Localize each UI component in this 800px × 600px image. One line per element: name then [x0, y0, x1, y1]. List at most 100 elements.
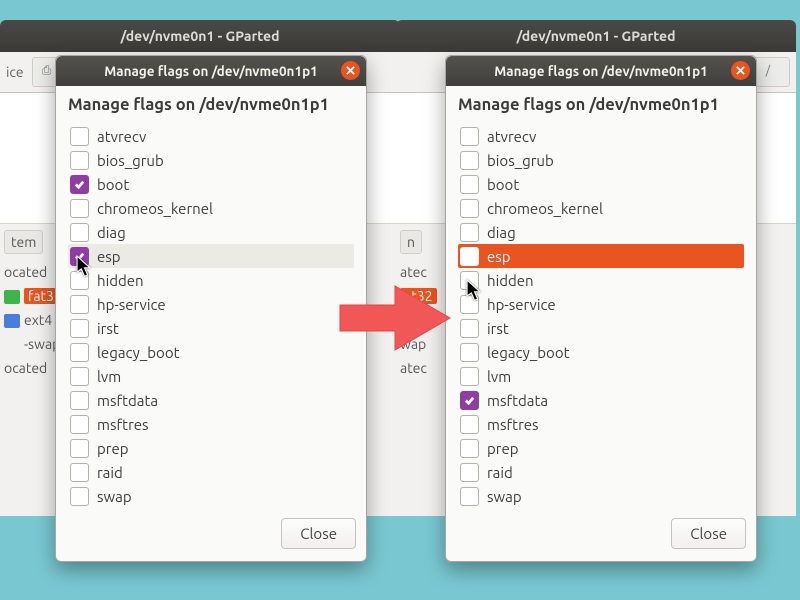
flag-checkbox-swap[interactable]	[460, 487, 479, 506]
close-button[interactable]: Close	[281, 518, 356, 549]
flag-label: chromeos_kernel	[97, 200, 213, 217]
flag-row-lvm[interactable]: lvm	[68, 364, 354, 388]
flag-checkbox-hp-service[interactable]	[70, 295, 89, 314]
flag-row-atvrecv[interactable]: atvrecv	[68, 124, 354, 148]
flag-checkbox-esp[interactable]	[460, 247, 479, 266]
flag-label: hidden	[487, 272, 534, 289]
flag-label: msftres	[97, 416, 149, 433]
dialog-titlebar[interactable]: Manage flags on /dev/nvme0n1p1	[56, 56, 366, 86]
flag-row-legacy_boot[interactable]: legacy_boot	[68, 340, 354, 364]
flag-checkbox-chromeos_kernel[interactable]	[70, 199, 89, 218]
close-icon	[346, 66, 355, 75]
flag-checkbox-prep[interactable]	[70, 439, 89, 458]
flag-checkbox-boot[interactable]	[70, 175, 89, 194]
flag-label: diag	[97, 224, 126, 241]
flag-checkbox-diag[interactable]	[460, 223, 479, 242]
flag-checkbox-raid[interactable]	[70, 463, 89, 482]
flag-row-chromeos_kernel[interactable]: chromeos_kernel	[68, 196, 354, 220]
flag-checkbox-atvrecv[interactable]	[70, 127, 89, 146]
flag-label: atvrecv	[487, 128, 536, 145]
flag-label: irst	[487, 320, 509, 337]
column-header: tem	[4, 230, 43, 254]
flag-checkbox-atvrecv[interactable]	[460, 127, 479, 146]
flag-row-irst[interactable]: irst	[68, 316, 354, 340]
flag-checkbox-bios_grub[interactable]	[460, 151, 479, 170]
flag-label: hidden	[97, 272, 144, 289]
window-close-button[interactable]	[731, 61, 750, 80]
flag-row-msftres[interactable]: msftres	[458, 412, 744, 436]
manage-flags-dialog-before: Manage flags on /dev/nvme0n1p1 Manage fl…	[55, 55, 367, 562]
flag-checkbox-lvm[interactable]	[460, 367, 479, 386]
dialog-header: Manage flags on /dev/nvme0n1p1	[68, 96, 354, 114]
flag-checkbox-lvm[interactable]	[70, 367, 89, 386]
parent-window-title-left: /dev/nvme0n1 - GParted	[0, 20, 400, 52]
flag-checkbox-bios_grub[interactable]	[70, 151, 89, 170]
flag-row-hp-service[interactable]: hp-service	[458, 292, 744, 316]
flag-label: raid	[487, 464, 513, 481]
flag-row-msftdata[interactable]: msftdata	[458, 388, 744, 412]
flag-row-prep[interactable]: prep	[458, 436, 744, 460]
flag-row-diag[interactable]: diag	[68, 220, 354, 244]
flag-checkbox-msftdata[interactable]	[460, 391, 479, 410]
flag-label: lvm	[487, 368, 511, 385]
flag-row-irst[interactable]: irst	[458, 316, 744, 340]
flag-checkbox-swap[interactable]	[70, 487, 89, 506]
manage-flags-dialog-after: Manage flags on /dev/nvme0n1p1 Manage fl…	[445, 55, 757, 562]
flag-row-bios_grub[interactable]: bios_grub	[68, 148, 354, 172]
flag-row-legacy_boot[interactable]: legacy_boot	[458, 340, 744, 364]
flag-row-raid[interactable]: raid	[68, 460, 354, 484]
flag-label: irst	[97, 320, 119, 337]
flag-checkbox-hidden[interactable]	[70, 271, 89, 290]
flag-row-swap[interactable]: swap	[458, 484, 744, 508]
flag-row-bios_grub[interactable]: bios_grub	[458, 148, 744, 172]
flag-row-chromeos_kernel[interactable]: chromeos_kernel	[458, 196, 744, 220]
flag-row-lvm[interactable]: lvm	[458, 364, 744, 388]
flag-label: atvrecv	[97, 128, 146, 145]
flag-checkbox-esp[interactable]	[70, 247, 89, 266]
flag-checkbox-msftres[interactable]	[460, 415, 479, 434]
flag-label: boot	[487, 176, 519, 193]
dialog-titlebar[interactable]: Manage flags on /dev/nvme0n1p1	[446, 56, 756, 86]
flag-checkbox-irst[interactable]	[70, 319, 89, 338]
flag-row-raid[interactable]: raid	[458, 460, 744, 484]
flag-row-boot[interactable]: boot	[68, 172, 354, 196]
flag-row-esp[interactable]: esp	[458, 244, 744, 268]
flag-checkbox-msftdata[interactable]	[70, 391, 89, 410]
flag-row-boot[interactable]: boot	[458, 172, 744, 196]
flag-label: lvm	[97, 368, 121, 385]
flag-row-prep[interactable]: prep	[68, 436, 354, 460]
flag-label: diag	[487, 224, 516, 241]
flag-label: prep	[487, 440, 519, 457]
flag-label: prep	[97, 440, 129, 457]
flag-row-hidden[interactable]: hidden	[458, 268, 744, 292]
flag-checkbox-raid[interactable]	[460, 463, 479, 482]
flag-row-hidden[interactable]: hidden	[68, 268, 354, 292]
flag-label: msftdata	[487, 392, 548, 409]
flag-label: esp	[97, 248, 121, 265]
flag-label: swap	[97, 488, 132, 505]
flag-label: swap	[487, 488, 522, 505]
flag-label: chromeos_kernel	[487, 200, 603, 217]
flag-checkbox-legacy_boot[interactable]	[70, 343, 89, 362]
flag-row-atvrecv[interactable]: atvrecv	[458, 124, 744, 148]
flag-row-diag[interactable]: diag	[458, 220, 744, 244]
window-close-button[interactable]	[341, 61, 360, 80]
flag-checkbox-diag[interactable]	[70, 223, 89, 242]
flag-row-swap[interactable]: swap	[68, 484, 354, 508]
flag-label: boot	[97, 176, 129, 193]
flag-checkbox-hidden[interactable]	[460, 271, 479, 290]
flag-checkbox-chromeos_kernel[interactable]	[460, 199, 479, 218]
flag-checkbox-prep[interactable]	[460, 439, 479, 458]
flag-checkbox-legacy_boot[interactable]	[460, 343, 479, 362]
flag-row-msftres[interactable]: msftres	[68, 412, 354, 436]
flag-row-msftdata[interactable]: msftdata	[68, 388, 354, 412]
flag-checkbox-msftres[interactable]	[70, 415, 89, 434]
flag-row-esp[interactable]: esp	[68, 244, 354, 268]
close-button[interactable]: Close	[671, 518, 746, 549]
toolbar-fragment: ice	[6, 64, 24, 80]
flag-checkbox-boot[interactable]	[460, 175, 479, 194]
flag-checkbox-irst[interactable]	[460, 319, 479, 338]
flag-checkbox-hp-service[interactable]	[460, 295, 479, 314]
flag-row-hp-service[interactable]: hp-service	[68, 292, 354, 316]
dialog-title: Manage flags on /dev/nvme0n1p1	[104, 63, 318, 79]
